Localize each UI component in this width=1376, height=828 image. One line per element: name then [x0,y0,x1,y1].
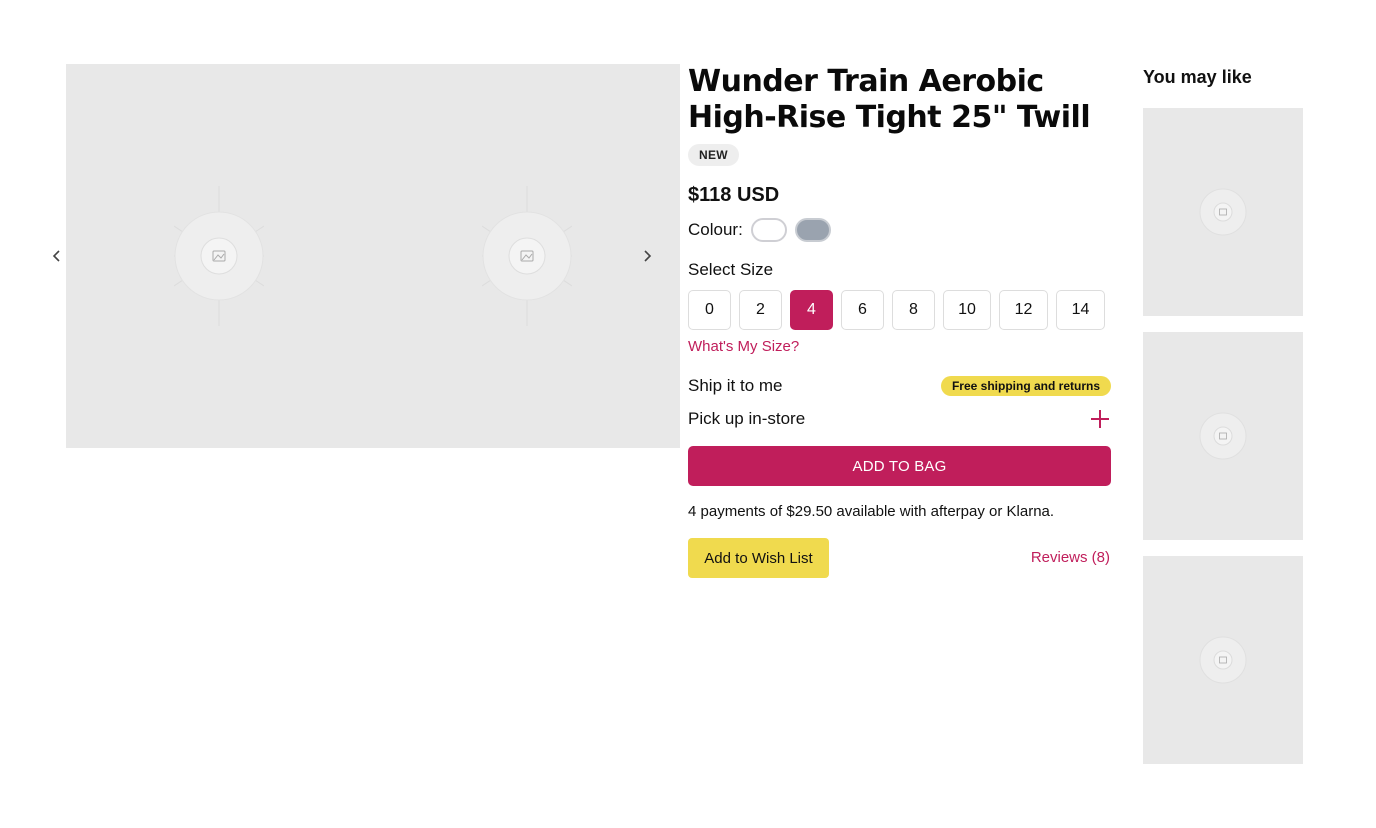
product-image-gallery [66,64,680,448]
image-placeholder-icon [1199,188,1247,236]
image-placeholder-icon [173,186,265,326]
payments-info: 4 payments of $29.50 available with afte… [688,503,1055,520]
colour-swatch-white[interactable] [750,218,787,242]
gallery-next-button[interactable] [637,244,657,268]
ship-option[interactable]: Ship it to me Free shipping and returns [688,376,1111,396]
image-placeholder-icon [481,186,573,326]
colour-label: Colour: [688,220,743,239]
size-button-12[interactable]: 12 [999,290,1048,330]
pickup-option[interactable]: Pick up in-store [688,408,1111,430]
size-button-2[interactable]: 2 [739,290,782,330]
size-guide-link[interactable]: What's My Size? [688,338,799,355]
size-button-6[interactable]: 6 [841,290,884,330]
recommendation-card[interactable] [1143,108,1303,316]
product-price: $118 USD [688,184,780,206]
recommendations-title: You may like [1143,67,1252,87]
pickup-label: Pick up in-store [688,409,806,428]
size-button-0[interactable]: 0 [688,290,731,330]
chevron-right-icon [644,250,652,262]
colour-swatch-grey[interactable] [794,218,831,242]
image-placeholder-icon [1199,636,1247,684]
free-shipping-badge: Free shipping and returns [940,376,1111,396]
plus-icon[interactable] [1089,408,1111,430]
image-placeholder-icon [1199,412,1247,460]
add-to-bag-button[interactable]: ADD TO BAG [688,446,1111,486]
recommendation-card[interactable] [1143,556,1303,764]
chevron-left-icon [52,250,60,262]
size-button-8[interactable]: 8 [892,290,935,330]
recommendation-card[interactable] [1143,332,1303,540]
size-button-14[interactable]: 14 [1056,290,1105,330]
ship-label: Ship it to me [688,376,783,395]
add-to-wish-list-button[interactable]: Add to Wish List [688,538,829,578]
size-button-10[interactable]: 10 [943,290,991,330]
new-badge: NEW [688,144,739,166]
size-button-4[interactable]: 4 [790,290,833,330]
product-info: Wunder Train Aerobic High-Rise Tight 25"… [688,64,1111,166]
size-label: Select Size [688,260,774,279]
reviews-link[interactable]: Reviews (8) [1031,549,1110,566]
gallery-prev-button[interactable] [47,244,67,268]
product-title: Wunder Train Aerobic High-Rise Tight 25"… [688,64,1091,135]
size-selector: 0 2 4 6 8 10 12 14 [688,290,1105,330]
colour-selector: Colour: [688,218,839,242]
